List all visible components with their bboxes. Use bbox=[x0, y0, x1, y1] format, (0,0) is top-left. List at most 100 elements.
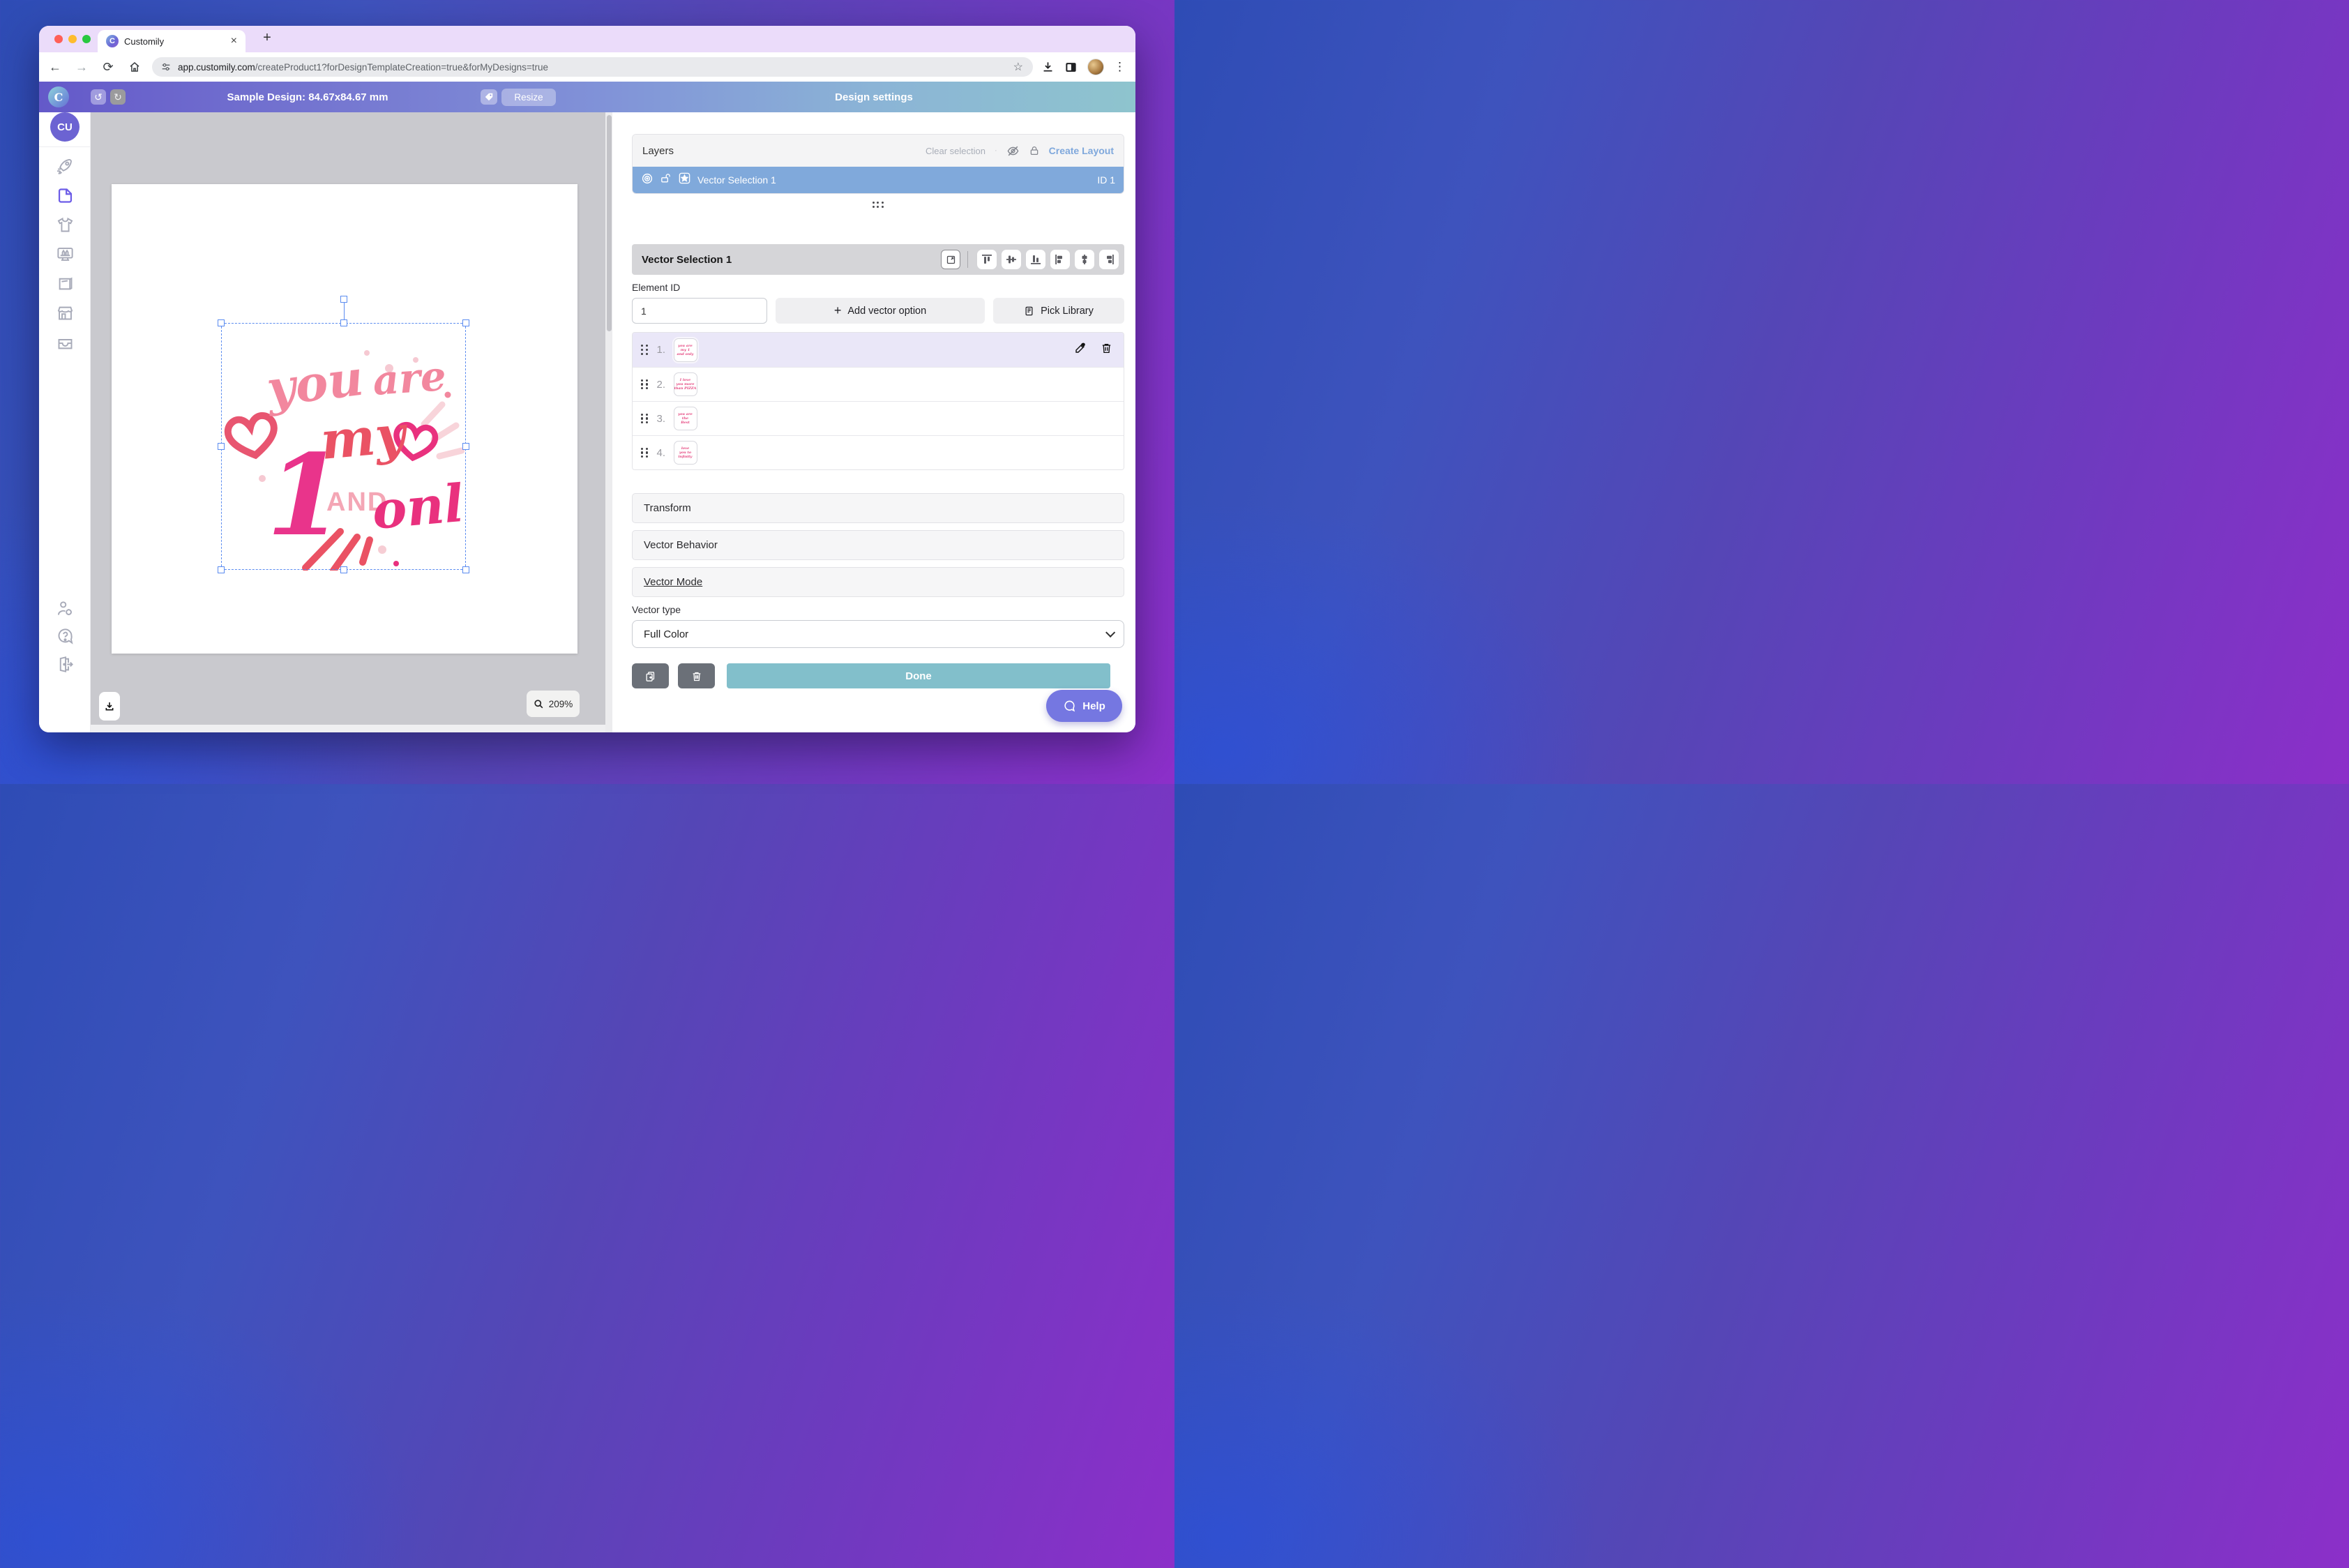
library-book-icon bbox=[1025, 306, 1033, 315]
delete-element-button[interactable] bbox=[678, 663, 715, 688]
back-icon[interactable]: ← bbox=[45, 56, 66, 77]
browser-tab[interactable]: C Customily × bbox=[98, 30, 246, 52]
vector-type-select[interactable]: Full Color bbox=[632, 620, 1124, 648]
browser-menu-icon[interactable]: ⋮ bbox=[1114, 60, 1126, 74]
option-thumbnail[interactable]: I love you more than PIZZA bbox=[673, 372, 697, 396]
align-top-icon[interactable] bbox=[977, 250, 997, 269]
traffic-light-minimize[interactable] bbox=[68, 35, 77, 43]
bookmark-icon[interactable]: ☆ bbox=[1008, 60, 1029, 74]
customily-favicon: C bbox=[106, 35, 119, 47]
rocket-icon[interactable] bbox=[56, 157, 75, 176]
align-right-icon[interactable] bbox=[1099, 250, 1119, 269]
reload-icon[interactable]: ⟳ bbox=[98, 56, 119, 77]
redo-button[interactable]: ↻ bbox=[110, 89, 126, 105]
vector-type-label: Vector type bbox=[632, 604, 681, 615]
layer-visibility-icon[interactable] bbox=[641, 172, 654, 188]
create-layout-button[interactable]: Create Layout bbox=[1049, 145, 1114, 156]
selection-handle-s[interactable] bbox=[340, 566, 347, 573]
delete-option-icon[interactable] bbox=[1101, 342, 1112, 358]
selection-handle-ne[interactable] bbox=[462, 319, 469, 326]
rotation-handle[interactable] bbox=[340, 296, 347, 303]
canvas-scroll-strip[interactable] bbox=[91, 725, 605, 732]
canvas-scrollbar-thumb[interactable] bbox=[606, 115, 612, 331]
option-thumbnail[interactable]: you are my 1 and only bbox=[673, 338, 697, 362]
transform-section[interactable]: Transform bbox=[632, 493, 1124, 523]
vector-behavior-section[interactable]: Vector Behavior bbox=[632, 530, 1124, 560]
element-id-input[interactable] bbox=[632, 298, 767, 324]
vector-option-row-1[interactable]: 1. you are my 1 and only bbox=[633, 333, 1124, 367]
zoom-control[interactable]: 209% bbox=[527, 691, 580, 717]
app-header: C ↺ ↻ Sample Design: 84.67x84.67 mm Resi… bbox=[39, 82, 1135, 112]
logout-icon[interactable] bbox=[56, 655, 75, 674]
selection-handle-e[interactable] bbox=[462, 443, 469, 450]
undo-button[interactable]: ↺ bbox=[91, 89, 106, 105]
align-left-icon[interactable] bbox=[1050, 250, 1070, 269]
new-tab-button[interactable]: + bbox=[258, 29, 276, 47]
vector-option-row-4[interactable]: 4. love you to infinity bbox=[633, 435, 1124, 469]
layer-unlock-icon[interactable] bbox=[660, 172, 672, 188]
account-settings-icon[interactable] bbox=[56, 599, 75, 618]
selection-handle-se[interactable] bbox=[462, 566, 469, 573]
close-tab-icon[interactable]: × bbox=[231, 35, 237, 47]
clear-selection-button[interactable]: Clear selection bbox=[926, 146, 985, 156]
help-button[interactable]: Help bbox=[1046, 690, 1122, 722]
mockup-monitor-icon[interactable] bbox=[56, 245, 75, 264]
home-icon[interactable] bbox=[124, 56, 145, 77]
traffic-light-close[interactable] bbox=[54, 35, 63, 43]
tab-title: Customily bbox=[124, 36, 165, 47]
inbox-icon[interactable] bbox=[56, 333, 75, 352]
customily-logo[interactable]: C bbox=[48, 86, 69, 107]
vector-option-row-2[interactable]: 2. I love you more than PIZZA bbox=[633, 367, 1124, 401]
drag-handle-icon[interactable] bbox=[641, 379, 649, 390]
selection-handle-nw[interactable] bbox=[218, 319, 225, 326]
account-avatar[interactable]: CU bbox=[50, 112, 80, 142]
edit-option-icon[interactable] bbox=[1074, 342, 1087, 358]
layer-row-selected[interactable]: Vector Selection 1 ID 1 bbox=[633, 167, 1124, 193]
duplicate-button[interactable] bbox=[632, 663, 669, 688]
lock-all-icon[interactable] bbox=[1029, 145, 1040, 156]
selection-box[interactable] bbox=[218, 296, 469, 573]
layer-star-icon[interactable] bbox=[678, 172, 691, 188]
done-button[interactable]: Done bbox=[727, 663, 1110, 688]
element-section-bar: Vector Selection 1 bbox=[632, 244, 1124, 275]
forward-icon[interactable]: → bbox=[71, 56, 92, 77]
design-file-icon[interactable] bbox=[56, 186, 75, 205]
option-thumbnail[interactable]: you are the Best bbox=[673, 407, 697, 430]
align-middle-icon[interactable] bbox=[1002, 250, 1021, 269]
drag-handle-icon[interactable] bbox=[641, 345, 649, 355]
downloads-icon[interactable] bbox=[1041, 61, 1055, 74]
canvas-scrollbar[interactable] bbox=[605, 112, 612, 732]
shirt-icon[interactable] bbox=[56, 216, 75, 234]
download-design-button[interactable] bbox=[99, 692, 120, 721]
site-settings-icon[interactable] bbox=[160, 61, 172, 73]
layer-id-badge: ID 1 bbox=[1097, 174, 1115, 186]
selection-handle-w[interactable] bbox=[218, 443, 225, 450]
hide-all-icon[interactable] bbox=[1006, 144, 1020, 158]
panel-drag-grip[interactable] bbox=[632, 202, 1124, 208]
chevron-down-icon bbox=[1105, 627, 1116, 638]
store-icon[interactable] bbox=[56, 303, 75, 322]
option-thumbnail[interactable]: love you to infinity bbox=[673, 441, 697, 465]
chat-bubble-icon bbox=[1064, 700, 1075, 711]
vector-mode-section[interactable]: Vector Mode bbox=[632, 567, 1124, 597]
address-bar[interactable]: app.customily.com/createProduct1?forDesi… bbox=[152, 57, 1033, 77]
help-bubble-icon[interactable] bbox=[56, 627, 75, 646]
browser-window: C Customily × + ← → ⟳ app.customily.com/… bbox=[39, 26, 1135, 732]
profile-avatar[interactable] bbox=[1087, 59, 1104, 75]
drag-handle-icon[interactable] bbox=[641, 447, 649, 458]
traffic-light-zoom[interactable] bbox=[82, 35, 91, 43]
side-panel-icon[interactable] bbox=[1064, 61, 1078, 74]
resize-button[interactable]: Resize bbox=[501, 89, 556, 106]
drag-handle-icon[interactable] bbox=[641, 413, 649, 424]
selection-handle-n[interactable] bbox=[340, 319, 347, 326]
align-center-icon[interactable] bbox=[1075, 250, 1094, 269]
design-canvas[interactable]: you are my 1 AND only 209% bbox=[91, 112, 605, 732]
selection-handle-sw[interactable] bbox=[218, 566, 225, 573]
expand-element-icon[interactable] bbox=[941, 250, 960, 269]
card-template-icon[interactable] bbox=[56, 274, 75, 293]
add-vector-option-button[interactable]: + Add vector option bbox=[776, 298, 985, 324]
vector-option-row-3[interactable]: 3. you are the Best bbox=[633, 401, 1124, 435]
tag-button[interactable] bbox=[481, 89, 497, 105]
align-bottom-icon[interactable] bbox=[1026, 250, 1045, 269]
pick-library-button[interactable]: Pick Library bbox=[993, 298, 1124, 324]
